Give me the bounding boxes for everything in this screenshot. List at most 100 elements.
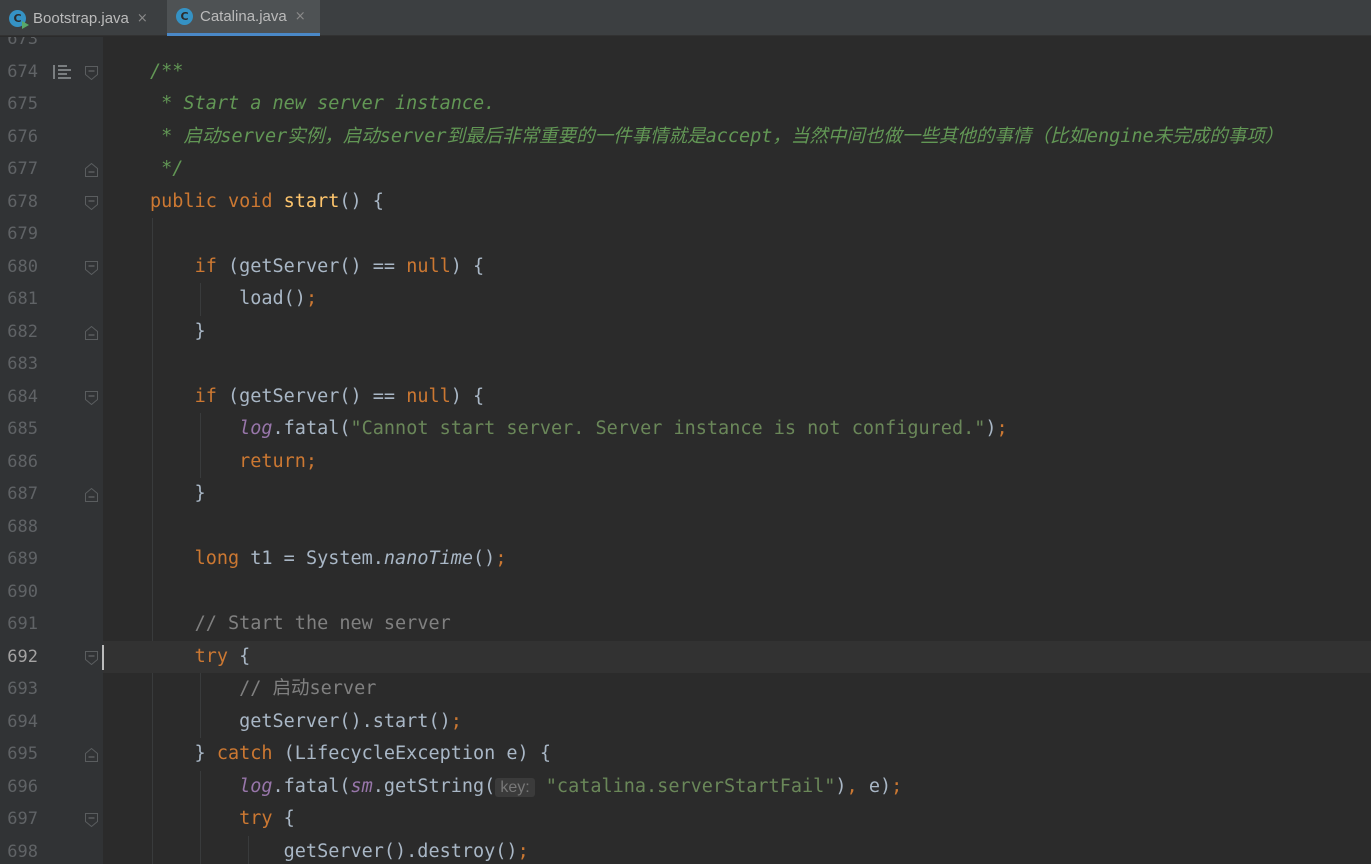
code-line[interactable]: 678 public void start() { [0, 186, 1371, 219]
code-text[interactable]: // 启动server [150, 673, 376, 706]
fold-open-icon[interactable] [85, 813, 98, 827]
fold-end-icon[interactable] [85, 748, 98, 762]
code-token: log [239, 418, 273, 439]
close-icon[interactable]: × [137, 11, 148, 26]
code-token: (getServer() == [227, 385, 407, 407]
code-token: .getString( [372, 775, 496, 797]
line-number: 690 [7, 581, 38, 602]
code-text[interactable]: if (getServer() == null) { [150, 251, 485, 284]
code-token: sm [350, 775, 373, 797]
code-line[interactable]: 693 // 启动server [0, 673, 1371, 706]
code-text[interactable]: if (getServer() == null) { [150, 381, 485, 414]
code-text[interactable]: return; [150, 446, 317, 479]
code-line[interactable]: 680 if (getServer() == null) { [0, 251, 1371, 284]
code-line[interactable]: 691 // Start the new server [0, 608, 1371, 641]
code-token: } [150, 743, 217, 764]
text-caret [102, 644, 104, 670]
code-text[interactable]: log.fatal(sm.getString(key: "catalina.se… [150, 771, 902, 805]
tab-bootstrap-java[interactable]: C Bootstrap.java × [0, 0, 166, 36]
code-editor[interactable]: 673 674 /** 675 * Start a new server instan… [0, 37, 1371, 864]
code-token: catch [216, 743, 284, 764]
code-text[interactable]: } catch (LifecycleException e) { [150, 738, 551, 771]
code-line[interactable]: 679 [0, 218, 1371, 251]
code-token: ) { [450, 255, 485, 277]
line-number: 677 [7, 159, 38, 179]
code-line[interactable]: 684 if (getServer() == null) { [0, 381, 1371, 414]
code-line[interactable]: 686 return; [0, 446, 1371, 479]
code-line[interactable]: 683 [0, 348, 1371, 381]
line-number: 676 [7, 126, 38, 147]
code-token: public void [150, 190, 284, 212]
code-token: * 启动server实例，启动server到最后非常重要的一件事情就是accep… [150, 125, 1284, 147]
code-line[interactable]: 673 [0, 37, 1371, 56]
code-token: "Cannot start server. Server instance is… [350, 418, 986, 439]
code-token: if [194, 255, 228, 277]
code-text[interactable]: long t1 = System.nanoTime(); [150, 543, 507, 576]
fold-end-icon[interactable] [85, 488, 98, 502]
code-token: } [150, 483, 206, 504]
tab-label: Catalina.java [200, 8, 287, 25]
line-number: 678 [7, 191, 38, 212]
code-line[interactable]: 696 log.fatal(sm.getString(key: "catalin… [0, 771, 1371, 804]
code-token: getServer().destroy() [150, 840, 518, 862]
fold-open-icon[interactable] [85, 195, 98, 210]
code-token: { [239, 645, 251, 667]
code-token: ) [835, 775, 847, 797]
code-text[interactable]: log.fatal("Cannot start server. Server i… [150, 413, 1008, 446]
code-text[interactable]: getServer().start(); [150, 706, 462, 739]
line-number: 693 [7, 679, 38, 699]
code-line[interactable]: 677 */ [0, 153, 1371, 186]
code-token: "catalina.serverStartFail" [545, 775, 836, 797]
close-icon[interactable]: × [295, 9, 306, 24]
code-text[interactable]: } [150, 316, 206, 349]
code-line[interactable]: 690 [0, 576, 1371, 609]
code-line[interactable]: 676 * 启动server实例，启动server到最后非常重要的一件事情就是a… [0, 121, 1371, 154]
code-line[interactable]: 681 load(); [0, 283, 1371, 316]
line-number: 697 [7, 809, 38, 829]
line-number: 675 [7, 94, 38, 114]
fold-end-icon[interactable] [85, 163, 98, 177]
java-class-icon: C [176, 8, 193, 25]
code-text[interactable]: load(); [150, 283, 317, 316]
code-line[interactable]: 694 getServer().start(); [0, 706, 1371, 739]
code-line[interactable]: 692 try { [0, 640, 1371, 674]
code-line[interactable]: 682 } [0, 316, 1371, 349]
code-line[interactable]: 687 } [0, 478, 1371, 511]
code-token: load() [150, 288, 306, 309]
code-line[interactable]: 675 * Start a new server instance. [0, 88, 1371, 121]
editor-tab-bar: C Bootstrap.java × C Catalina.java × [0, 0, 1371, 36]
code-line[interactable]: 685 log.fatal("Cannot start server. Serv… [0, 413, 1371, 446]
code-line[interactable]: 688 [0, 511, 1371, 544]
line-number: 688 [7, 516, 38, 537]
fold-open-icon[interactable] [85, 390, 98, 405]
code-line[interactable]: 698 getServer().destroy(); [0, 836, 1371, 864]
code-text[interactable]: */ [150, 153, 183, 186]
code-text[interactable]: try { [150, 803, 295, 836]
code-text[interactable]: * Start a new server instance. [150, 88, 495, 121]
code-text[interactable]: public void start() { [150, 186, 384, 219]
tab-catalina-java[interactable]: C Catalina.java × [167, 0, 320, 36]
code-token: long [194, 548, 251, 569]
code-text[interactable]: getServer().destroy(); [150, 836, 529, 864]
current-line-highlight [103, 640, 1371, 673]
code-line[interactable]: 674 /** [0, 56, 1371, 89]
code-text[interactable]: try { [150, 641, 251, 674]
code-line[interactable]: 695 } catch (LifecycleException e) { [0, 738, 1371, 771]
code-text[interactable]: /** [150, 56, 183, 89]
code-token: if [194, 385, 228, 407]
fold-end-icon[interactable] [85, 325, 98, 340]
code-text[interactable]: // Start the new server [150, 608, 451, 641]
code-text[interactable]: } [150, 478, 206, 511]
fold-open-icon[interactable] [85, 65, 98, 80]
fold-open-icon[interactable] [85, 650, 98, 665]
render-doc-icon[interactable] [53, 64, 72, 79]
code-text[interactable]: * 启动server实例，启动server到最后非常重要的一件事情就是accep… [150, 121, 1283, 154]
code-line[interactable]: 697 try { [0, 803, 1371, 836]
code-line[interactable]: 689 long t1 = System.nanoTime(); [0, 543, 1371, 576]
code-token: log [239, 775, 273, 797]
fold-open-icon[interactable] [85, 260, 98, 275]
